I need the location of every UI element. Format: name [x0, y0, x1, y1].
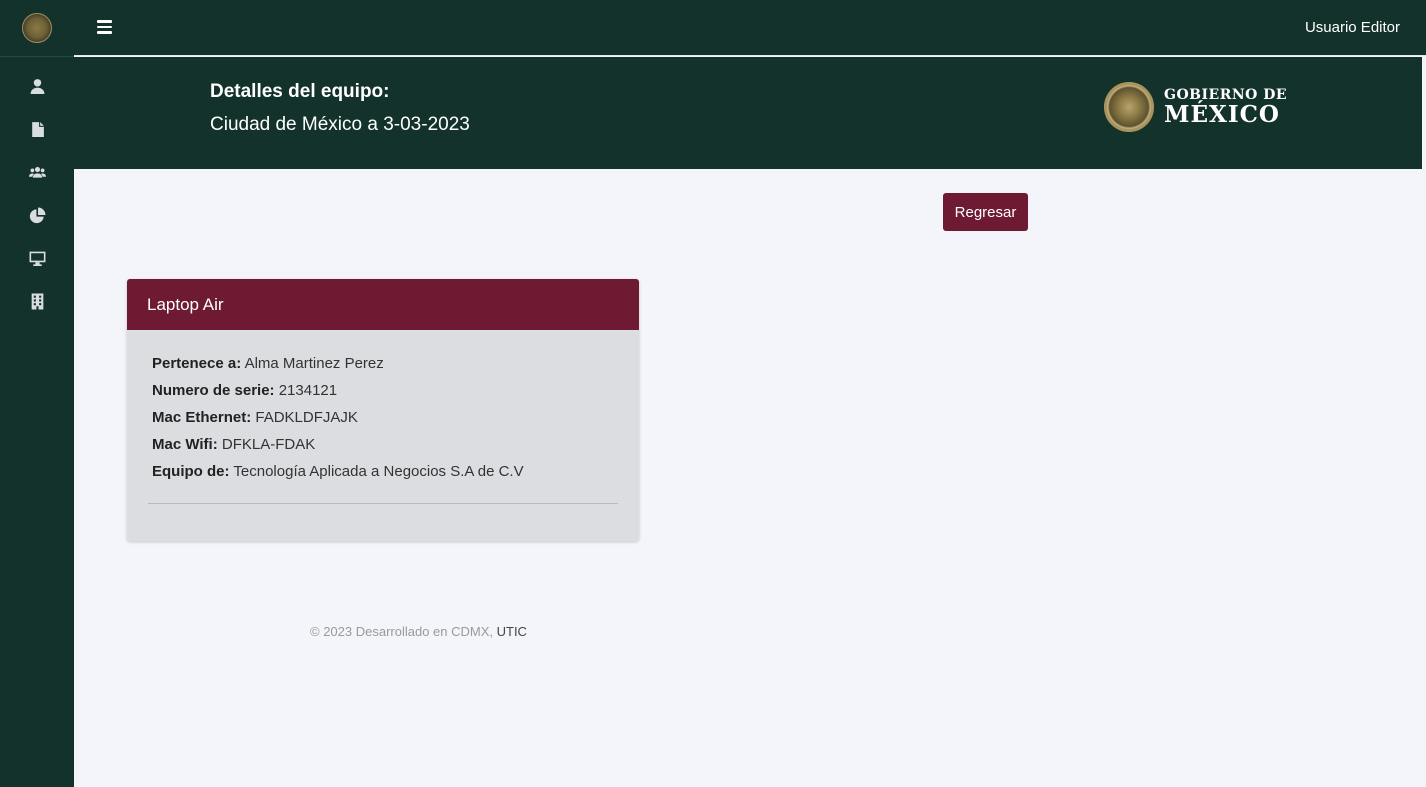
field-company: Equipo de: Tecnología Aplicada a Negocio… — [152, 458, 614, 485]
field-value: FADKLDFJAJK — [255, 409, 358, 426]
back-button[interactable]: Regresar — [943, 193, 1028, 231]
top-bar: Usuario Editor — [74, 0, 1426, 56]
field-mac-ethernet: Mac Ethernet: FADKLDFJAJK — [152, 404, 614, 431]
footer-text: © 2023 Desarrollado en CDMX, — [310, 624, 497, 639]
monitor-icon — [29, 251, 45, 266]
field-value: Alma Martinez Perez — [244, 355, 384, 372]
field-label: Pertenece a: — [152, 355, 242, 372]
field-label: Mac Ethernet: — [152, 409, 252, 426]
sidebar-item-user[interactable] — [0, 65, 74, 108]
page-subtitle: Ciudad de México a 3-03-2023 — [210, 114, 470, 135]
sidebar-item-equipment[interactable] — [0, 237, 74, 280]
sidebar-item-companies[interactable] — [0, 280, 74, 323]
footer: © 2023 Desarrollado en CDMX, UTIC — [310, 624, 527, 639]
card-divider — [148, 503, 618, 504]
field-value: DFKLA-FDAK — [221, 436, 316, 453]
users-icon — [28, 166, 46, 178]
document-icon — [31, 122, 44, 137]
page-title: Detalles del equipo: — [210, 81, 390, 102]
page-header: Detalles del equipo: Ciudad de México a … — [74, 57, 1422, 169]
logo-text: GOBIERNO DE MÉXICO — [1164, 87, 1287, 127]
sidebar-item-reports[interactable] — [0, 194, 74, 237]
national-seal-icon — [22, 13, 52, 43]
sidebar-logo[interactable] — [0, 0, 74, 57]
field-label: Equipo de: — [152, 463, 230, 480]
gobierno-mexico-logo: GOBIERNO DE MÉXICO — [1104, 82, 1287, 132]
field-value: 2134121 — [278, 382, 338, 399]
card-body: Pertenece a: Alma Martinez Perez Numero … — [127, 330, 639, 485]
logo-line-2: MÉXICO — [1164, 101, 1280, 128]
sidebar-item-documents[interactable] — [0, 108, 74, 151]
field-label: Mac Wifi: — [152, 436, 218, 453]
field-value: Tecnología Aplicada a Negocios S.A de C.… — [233, 463, 524, 480]
card-title: Laptop Air — [127, 279, 639, 330]
user-menu[interactable]: Usuario Editor — [1305, 19, 1400, 36]
user-icon — [30, 79, 44, 94]
pie-chart-icon — [29, 207, 45, 224]
field-label: Numero de serie: — [152, 382, 275, 399]
field-mac-wifi: Mac Wifi: DFKLA-FDAK — [152, 431, 614, 458]
menu-toggle-icon[interactable] — [97, 20, 112, 34]
field-serial-number: Numero de serie: 2134121 — [152, 377, 614, 404]
building-icon — [31, 293, 43, 310]
field-owner: Pertenece a: Alma Martinez Perez — [152, 350, 614, 377]
sidebar-nav — [0, 57, 74, 323]
national-seal-icon — [1104, 82, 1154, 132]
footer-link-utic[interactable]: UTIC — [497, 624, 527, 639]
sidebar-item-users[interactable] — [0, 151, 74, 194]
equipment-card: Laptop Air Pertenece a: Alma Martinez Pe… — [127, 279, 639, 541]
sidebar — [0, 0, 74, 787]
